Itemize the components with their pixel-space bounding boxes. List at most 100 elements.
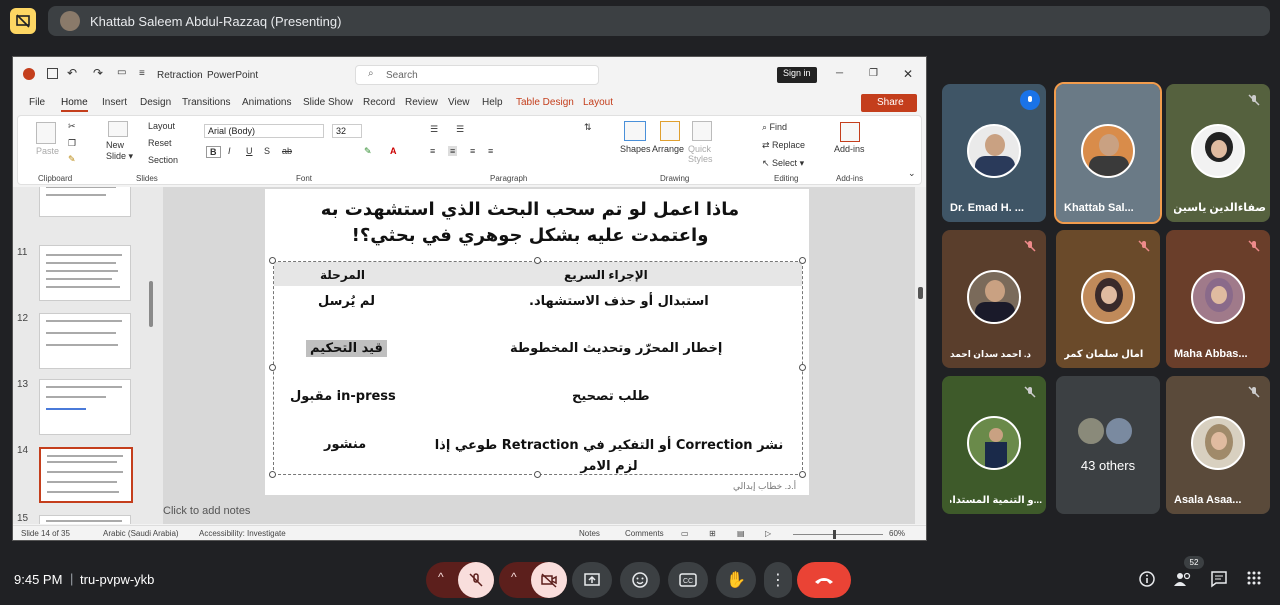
scroll-thumb[interactable] (918, 287, 923, 299)
people-button[interactable] (1173, 570, 1193, 593)
notes-button[interactable]: Notes (579, 529, 600, 538)
highlight-icon[interactable]: ✎ (364, 146, 372, 157)
tab-insert[interactable]: Insert (102, 97, 127, 108)
meeting-details-button[interactable] (1138, 570, 1156, 593)
normal-view-icon[interactable]: ▭ (681, 529, 689, 538)
table-cell-stage[interactable]: in-press مقبول (290, 389, 396, 404)
tab-home[interactable]: Home (61, 97, 88, 112)
close-icon[interactable]: ✕ (903, 67, 913, 81)
resize-handle[interactable] (269, 471, 276, 478)
emoji-reaction-button[interactable] (620, 562, 660, 598)
canvas-scrollbar[interactable] (915, 187, 926, 524)
participant-tile[interactable]: Maha Abbas... (1166, 230, 1270, 368)
search-input[interactable]: ⌕ Search (355, 65, 599, 85)
slide-canvas[interactable]: ماذا اعمل لو تم سحب البحث الذي استشهدت ب… (163, 187, 915, 524)
slide-thumbnail[interactable] (39, 313, 131, 369)
font-size-select[interactable]: 32 (332, 124, 362, 138)
table-cell-action[interactable]: طلب تصحيح (572, 389, 650, 404)
new-slide-label[interactable]: New Slide ▾ (106, 140, 133, 162)
tab-animations[interactable]: Animations (242, 97, 291, 108)
zoom-level[interactable]: 60% (889, 529, 905, 538)
sign-in-button[interactable]: Sign in (777, 67, 817, 83)
participant-tile[interactable]: آمال سلمان كمر (1056, 230, 1160, 368)
presentation-off-icon[interactable] (10, 8, 36, 34)
paste-icon[interactable] (36, 122, 56, 144)
tab-file[interactable]: File (29, 97, 45, 108)
align-left-icon[interactable]: ≡ (430, 146, 435, 156)
restore-icon[interactable]: ❐ (869, 68, 878, 79)
table-header-action[interactable]: الإجراء السريع (564, 268, 648, 282)
new-slide-icon[interactable] (108, 121, 128, 137)
shadow-button[interactable]: S (264, 146, 270, 156)
resize-handle[interactable] (799, 257, 806, 264)
reading-view-icon[interactable]: ▤ (737, 529, 745, 538)
align-right-icon[interactable]: ≡ (470, 146, 475, 156)
slide-title[interactable]: ماذا اعمل لو تم سحب البحث الذي استشهدت ب… (295, 197, 765, 249)
language-status[interactable]: Arabic (Saudi Arabia) (103, 529, 179, 538)
resize-handle[interactable] (534, 471, 541, 478)
tab-review[interactable]: Review (405, 97, 438, 108)
participant-tile[interactable]: Dr. Emad H. ... (942, 84, 1046, 222)
collapse-ribbon-icon[interactable]: ⌄ (908, 168, 916, 179)
slide-thumbnail[interactable] (39, 245, 131, 301)
tab-view[interactable]: View (448, 97, 470, 108)
slideshow-icon[interactable]: ▷ (765, 529, 771, 538)
shapes-button[interactable]: Shapes (620, 144, 651, 154)
chevron-up-icon[interactable]: ^ (438, 570, 444, 584)
arrange-icon[interactable] (660, 121, 680, 141)
chevron-up-icon[interactable]: ^ (511, 570, 517, 584)
end-call-button[interactable] (797, 562, 851, 598)
paste-label[interactable]: Paste (36, 146, 59, 156)
justify-icon[interactable]: ≡ (488, 146, 493, 156)
select-button[interactable]: ↖ Select ▾ (762, 158, 804, 169)
numbering-icon[interactable]: ☰ (456, 124, 464, 135)
table-cell-stage[interactable]: منشور (324, 437, 366, 452)
quick-styles-button[interactable]: Quick Styles (688, 144, 713, 164)
addins-icon[interactable] (840, 122, 860, 142)
tab-table-design[interactable]: Table Design (516, 97, 574, 108)
save-icon[interactable] (47, 68, 58, 79)
table-cell-action[interactable]: إخطار المحرّر وتحديث المخطوطة (510, 341, 722, 356)
undo-icon[interactable]: ↶ (67, 66, 77, 80)
accessibility-status[interactable]: Accessibility: Investigate (199, 529, 286, 538)
table-cell-action[interactable]: نشر Correction أو التفكير في Retraction … (424, 435, 794, 477)
tab-record[interactable]: Record (363, 97, 395, 108)
participant-tile-presenter[interactable]: Khattab Sal... (1054, 82, 1162, 224)
present-icon[interactable]: ▭ (117, 67, 126, 78)
format-painter-icon[interactable]: ✎ (68, 154, 76, 165)
tab-transitions[interactable]: Transitions (182, 97, 231, 108)
find-button[interactable]: ⌕ Find (762, 122, 787, 133)
bold-button[interactable]: B (206, 146, 221, 158)
resize-handle[interactable] (269, 257, 276, 264)
text-direction-icon[interactable]: ⇅ (584, 122, 592, 133)
share-button[interactable]: Share (861, 94, 917, 112)
font-color-icon[interactable]: A (390, 146, 397, 156)
raise-hand-button[interactable]: ✋ (716, 562, 756, 598)
comments-button[interactable]: Comments (625, 529, 664, 538)
slide-sorter-icon[interactable]: ⊞ (709, 529, 716, 538)
slide-thumbnail-selected[interactable] (39, 447, 133, 503)
cut-icon[interactable]: ✂ (68, 121, 76, 132)
chat-button[interactable] (1210, 570, 1228, 593)
underline-button[interactable]: U (246, 146, 253, 156)
table-cell-action[interactable]: استبدال أو حذف الاستشهاد. (529, 294, 709, 309)
slide-thumbnails-pane[interactable]: 10 11 12 13 14 15 (13, 187, 163, 524)
italic-button[interactable]: I (228, 146, 231, 156)
addins-button[interactable]: Add-ins (834, 144, 865, 154)
quick-access-more-icon[interactable]: ≡ (139, 68, 145, 79)
shapes-icon[interactable] (624, 121, 646, 141)
tab-design[interactable]: Design (140, 97, 171, 108)
slide-table[interactable]: الإجراء السريع المرحلة استبدال أو حذف ال… (273, 261, 803, 475)
table-cell-stage[interactable]: قيد التحكيم (306, 340, 387, 357)
reset-button[interactable]: Reset (148, 138, 172, 148)
redo-icon[interactable]: ↷ (93, 66, 103, 80)
resize-handle[interactable] (799, 471, 806, 478)
layout-button[interactable]: Layout (148, 121, 175, 131)
present-screen-button[interactable] (572, 562, 612, 598)
participant-tile[interactable]: Asala Asaa... (1166, 376, 1270, 514)
minimize-icon[interactable]: ─ (836, 68, 843, 79)
slide-thumbnail[interactable] (39, 187, 131, 217)
table-cell-stage[interactable]: لم يُرسل (318, 294, 375, 309)
tab-slide-show[interactable]: Slide Show (303, 97, 353, 108)
slide[interactable]: ماذا اعمل لو تم سحب البحث الذي استشهدت ب… (265, 189, 809, 495)
